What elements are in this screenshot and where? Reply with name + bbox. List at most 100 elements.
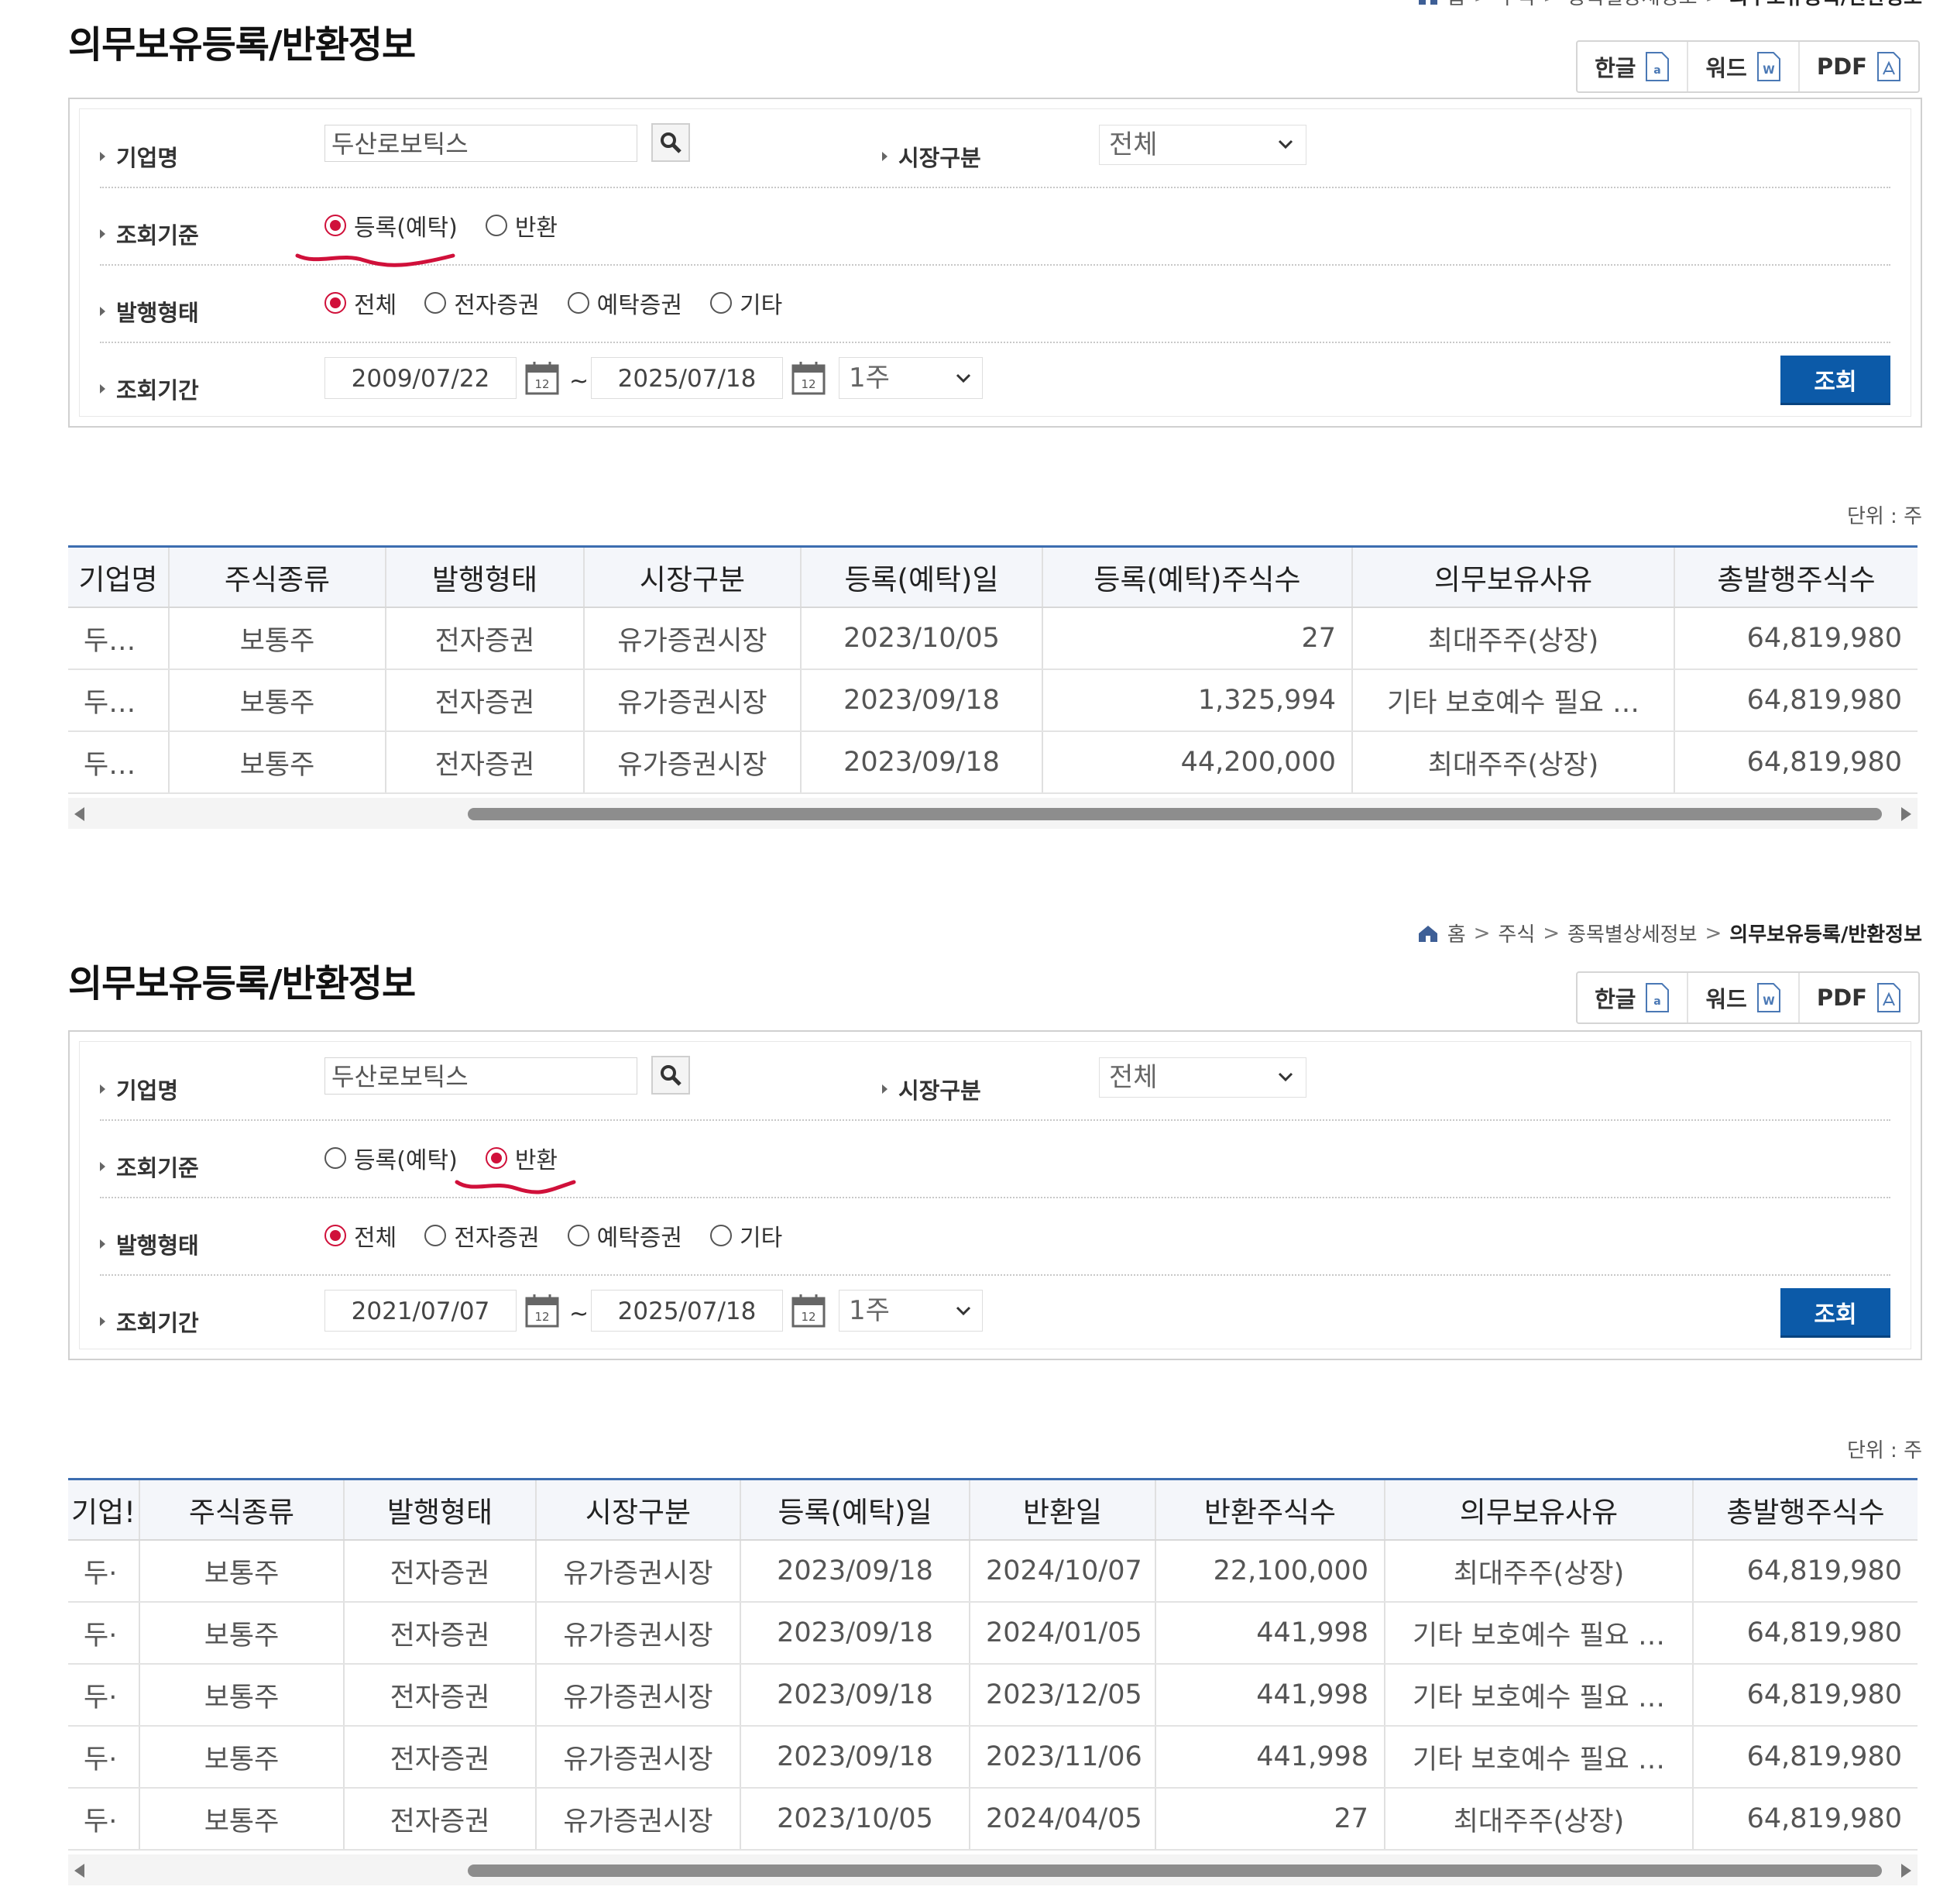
table-row[interactable]: 두· 보통주 전자증권 유가증권시장 2023/09/18 2024/10/07 22,10… [68, 1540, 1918, 1603]
radio-electronic[interactable]: 전자증권 [424, 286, 540, 320]
radio-register[interactable]: 등록(예탁) [324, 1141, 458, 1175]
table-cell: 2023/11/06 [970, 1726, 1156, 1789]
radio-return[interactable]: 반환 [485, 1141, 558, 1175]
table-cell: 보통주 [139, 1788, 345, 1851]
page-title: 의무보유등록/반환정보 [68, 23, 416, 67]
scroll-right-arrow-icon[interactable] [1901, 1864, 1911, 1878]
calendar-icon[interactable]: 12 [791, 360, 826, 396]
horizontal-scrollbar[interactable] [68, 798, 1918, 829]
export-word-button[interactable]: 워드 W [1687, 42, 1797, 91]
market-select[interactable]: 전체 [1099, 125, 1306, 165]
home-icon[interactable] [1416, 0, 1440, 5]
radio-all[interactable]: 전체 [324, 1218, 397, 1253]
radio-circle[interactable] [567, 292, 589, 314]
search-button[interactable] [651, 123, 690, 162]
radio-deposit[interactable]: 예탁증권 [567, 286, 682, 320]
table-cell: 두· [68, 1788, 140, 1851]
table-row[interactable]: 두· 보통주 전자증권 유가증권시장 2023/09/18 2023/12/05 441,9… [68, 1664, 1918, 1727]
breadcrumb-stock[interactable]: 주식 [1498, 0, 1535, 10]
table-cell: 전자증권 [386, 731, 585, 794]
export-pdf-button[interactable]: PDF [1797, 973, 1918, 1022]
query-button[interactable]: 조회 [1780, 1288, 1890, 1338]
search-icon [661, 1065, 682, 1086]
company-input[interactable]: 두산로보틱스 [324, 125, 637, 162]
radio-return[interactable]: 반환 [485, 208, 558, 242]
export-word-label: 워드 [1705, 55, 1747, 81]
export-pdf-button[interactable]: PDF [1797, 42, 1918, 91]
table-row[interactable]: 두· 보통주 전자증권 유가증권시장 2023/09/18 2023/11/06 441,9… [68, 1726, 1918, 1789]
unit-label: 단위 : 주 [1846, 505, 1922, 528]
table-cell: 22,100,000 [1155, 1540, 1385, 1603]
radio-circle[interactable] [324, 1147, 346, 1169]
radio-other[interactable]: 기타 [710, 1218, 782, 1253]
home-icon[interactable] [1416, 924, 1440, 943]
date-from-input[interactable]: 2021/07/07 [324, 1290, 517, 1332]
breadcrumb-detail[interactable]: 종목별상세정보 [1567, 919, 1697, 947]
criteria-label: 조회기준 [116, 222, 199, 249]
breadcrumb-home[interactable]: 홈 [1447, 0, 1466, 10]
radio-circle[interactable] [567, 1225, 589, 1246]
table-cell: 두· [68, 1726, 140, 1789]
calendar-icon[interactable]: 12 [791, 1293, 826, 1328]
company-input[interactable]: 두산로보틱스 [324, 1057, 637, 1095]
table-cell: 2023/10/05 [801, 607, 1043, 670]
radio-circle[interactable] [710, 292, 733, 314]
export-hwp-button[interactable]: 한글 a [1578, 42, 1687, 91]
breadcrumb-separator: > [1543, 0, 1560, 8]
radio-circle-checked[interactable] [324, 215, 346, 236]
period-select[interactable]: 1주 [839, 1290, 983, 1332]
result-table: 기업! 주식종류 발행형태 시장구분 등록(예탁)일 반환일 반환주식수 의무보유사유 총발행주… [68, 1478, 1918, 1851]
date-from-input[interactable]: 2009/07/22 [324, 357, 517, 399]
calendar-icon[interactable]: 12 [524, 1293, 560, 1328]
table-cell: 2024/04/05 [970, 1788, 1156, 1851]
table-row[interactable]: 두… 보통주 전자증권 유가증권시장 2023/10/05 27 최대주주(상장) 64,81… [68, 607, 1918, 670]
table-row[interactable]: 두· 보통주 전자증권 유가증권시장 2023/09/18 2024/01/05 441,9… [68, 1602, 1918, 1665]
radio-register[interactable]: 등록(예탁) [324, 208, 458, 242]
table-cell: 1,325,994 [1042, 669, 1353, 732]
export-hwp-button[interactable]: 한글 a [1578, 973, 1687, 1022]
scrollbar-thumb[interactable] [468, 1864, 1882, 1877]
scroll-right-arrow-icon[interactable] [1901, 807, 1911, 821]
radio-all-label: 전체 [354, 292, 397, 319]
date-to-input[interactable]: 2025/07/18 [591, 1290, 783, 1332]
radio-all[interactable]: 전체 [324, 286, 397, 320]
date-to-input[interactable]: 2025/07/18 [591, 357, 783, 399]
breadcrumb-separator: > [1474, 0, 1491, 8]
radio-circle[interactable] [485, 215, 507, 236]
scrollbar-thumb[interactable] [468, 808, 1882, 820]
table-row[interactable]: 두… 보통주 전자증권 유가증권시장 2023/09/18 1,325,994 기타 보호예… [68, 669, 1918, 732]
table-row[interactable]: 두· 보통주 전자증권 유가증권시장 2023/10/05 2024/04/05 27 최대주… [68, 1788, 1918, 1851]
market-select[interactable]: 전체 [1099, 1057, 1306, 1098]
scroll-left-arrow-icon[interactable] [74, 1864, 84, 1878]
radio-circle-checked[interactable] [324, 1225, 346, 1246]
calendar-icon[interactable]: 12 [524, 360, 560, 396]
query-button[interactable]: 조회 [1780, 356, 1890, 405]
table-cell: 2023/09/18 [801, 669, 1043, 732]
radio-circle-checked[interactable] [324, 292, 346, 314]
radio-other[interactable]: 기타 [710, 286, 782, 320]
radio-electronic[interactable]: 전자증권 [424, 1218, 540, 1253]
scroll-left-arrow-icon[interactable] [74, 807, 84, 821]
table-row[interactable]: 두… 보통주 전자증권 유가증권시장 2023/09/18 44,200,000 최대주주(… [68, 731, 1918, 794]
table-cell: 2024/10/07 [970, 1540, 1156, 1603]
breadcrumb-stock[interactable]: 주식 [1498, 919, 1535, 947]
breadcrumb-detail[interactable]: 종목별상세정보 [1567, 0, 1697, 10]
search-button[interactable] [651, 1056, 690, 1095]
horizontal-scrollbar[interactable] [68, 1854, 1918, 1885]
export-word-button[interactable]: 워드 W [1687, 973, 1797, 1022]
column-header: 시장구분 [536, 1480, 741, 1541]
date-range-separator: ~ [569, 1301, 589, 1328]
radio-circle[interactable] [424, 1225, 447, 1246]
period-select[interactable]: 1주 [839, 357, 983, 399]
table-cell: 보통주 [169, 669, 386, 732]
table-cell: 441,998 [1155, 1664, 1385, 1727]
radio-deposit[interactable]: 예탁증권 [567, 1218, 682, 1253]
column-header: 주식종류 [169, 548, 386, 608]
table-cell: 기타 보호예수 필요 … [1385, 1726, 1694, 1789]
radio-circle-checked[interactable] [485, 1147, 507, 1169]
table-cell: 2023/09/18 [740, 1664, 970, 1727]
period-label: 조회기간 [116, 377, 199, 404]
breadcrumb-home[interactable]: 홈 [1447, 919, 1466, 947]
radio-circle[interactable] [424, 292, 447, 314]
radio-circle[interactable] [710, 1225, 733, 1246]
